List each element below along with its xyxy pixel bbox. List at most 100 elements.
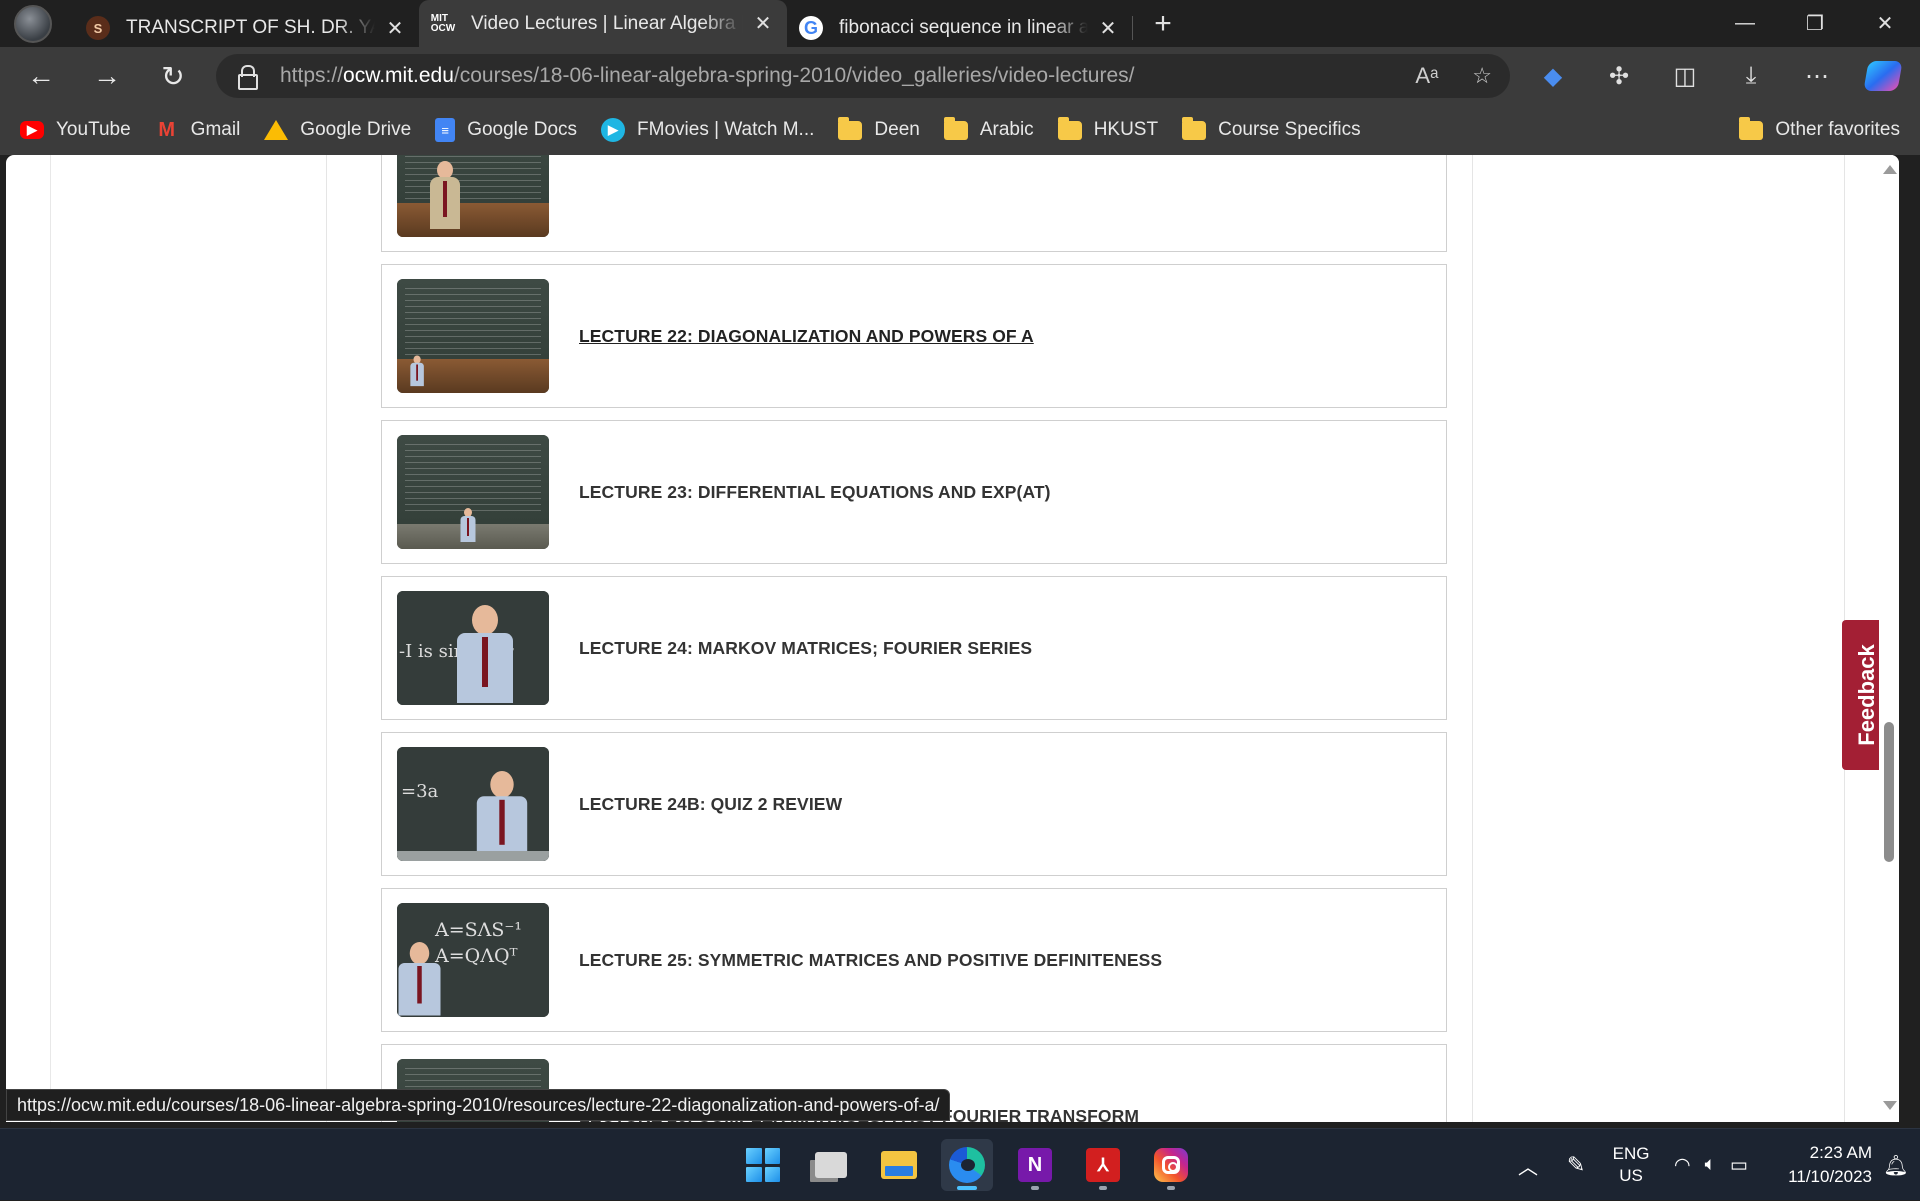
lecture-title[interactable]: LECTURE 24: MARKOV MATRICES; FOURIER SER… (579, 638, 1032, 659)
lecture-title[interactable]: LECTURE 23: DIFFERENTIAL EQUATIONS AND E… (579, 482, 1051, 503)
back-arrow-icon[interactable]: ← (8, 54, 74, 98)
language-code: ENG (1612, 1144, 1650, 1163)
close-tab-icon[interactable]: ✕ (1096, 16, 1120, 41)
read-aloud-icon[interactable]: Aᵃ (1415, 63, 1438, 89)
vertical-scrollbar[interactable] (1879, 155, 1899, 1122)
pen-menu-icon[interactable]: ✎ (1550, 1152, 1602, 1178)
acrobat-pdf-icon: ⅄ (1086, 1148, 1120, 1182)
layers-extension-icon[interactable]: ◆ (1520, 47, 1586, 105)
close-tab-icon[interactable]: ✕ (751, 11, 775, 36)
extensions-icon[interactable]: ✣ (1586, 47, 1652, 105)
quick-settings[interactable]: ◠ 🔈︎ ▭ (1674, 1154, 1748, 1177)
lecture-card[interactable]: A=SΛS⁻¹ A=QΛQᵀ LECTURE 25: SYMMETRIC MAT… (381, 888, 1447, 1032)
restore-icon[interactable]: ❐ (1780, 0, 1850, 47)
lock-icon[interactable] (238, 65, 258, 90)
lecture-card[interactable]: -I is singular LECTURE 24: MARKOV MATRIC… (381, 576, 1447, 720)
onenote-button[interactable]: N (1009, 1139, 1061, 1191)
toolbar-actions: ◆ ✣ ◫ ⤓ ⋯ (1520, 47, 1916, 105)
window-controls: — ❐ ✕ (1710, 0, 1920, 47)
scroll-down-arrow-icon[interactable] (1883, 1101, 1897, 1110)
notifications-bell-icon[interactable]: 🔔︎ (1872, 1153, 1920, 1178)
url-text[interactable]: https://ocw.mit.edu/courses/18-06-linear… (280, 64, 1134, 88)
tab-title: TRANSCRIPT OF SH. DR. YASIR QADHI (126, 17, 375, 38)
google-drive-icon (264, 120, 289, 140)
lecture-thumbnail[interactable] (397, 279, 549, 393)
folder-icon (1057, 116, 1082, 140)
task-view-button[interactable] (805, 1139, 857, 1191)
close-tab-icon[interactable]: ✕ (383, 16, 407, 41)
file-explorer-button[interactable] (873, 1139, 925, 1191)
refresh-icon[interactable]: ↻ (140, 54, 206, 98)
lecture-thumbnail[interactable]: A=SΛS⁻¹ A=QΛQᵀ (397, 903, 549, 1017)
split-screen-icon[interactable]: ◫ (1652, 47, 1718, 105)
tab-transcript[interactable]: S TRANSCRIPT OF SH. DR. YASIR QADHI ✕ (74, 9, 419, 47)
lecture-thumbnail[interactable]: =3a (397, 747, 549, 861)
lecture-title-link[interactable]: LECTURE 22: DIAGONALIZATION AND POWERS O… (579, 326, 1034, 347)
clock-date: 11/10/2023 (1788, 1167, 1872, 1186)
forward-arrow-icon[interactable]: → (74, 54, 140, 98)
link-status-url: https://ocw.mit.edu/courses/18-06-linear… (6, 1089, 951, 1121)
bookmark-label: Google Docs (467, 119, 578, 140)
url-host: ocw.mit.edu (343, 64, 454, 87)
start-button[interactable] (737, 1139, 789, 1191)
lecture-card[interactable]: LECTURE 22: DIAGONALIZATION AND POWERS O… (381, 264, 1447, 408)
lecture-title[interactable]: LECTURE 25: SYMMETRIC MATRICES AND POSIT… (579, 950, 1162, 971)
copilot-icon[interactable] (1850, 47, 1916, 105)
bookmark-google-drive[interactable]: Google Drive (264, 119, 411, 141)
bookmark-folder-deen[interactable]: Deen (838, 116, 920, 141)
lecture-card[interactable]: =3a LECTURE 24B: QUIZ 2 REVIEW (381, 732, 1447, 876)
board-text: A=SΛS⁻¹ A=QΛQᵀ (435, 919, 523, 967)
bookmark-fmovies[interactable]: ▶ FMovies | Watch M... (601, 118, 814, 142)
bookmark-label: HKUST (1093, 119, 1159, 140)
minimize-icon[interactable]: — (1710, 0, 1780, 47)
show-hidden-icons-chevron-icon[interactable]: ︿ (1506, 1151, 1550, 1180)
edge-button[interactable] (941, 1139, 993, 1191)
folder-icon (838, 116, 863, 140)
google-favicon: G (799, 16, 823, 40)
bookmark-folder-hkust[interactable]: HKUST (1057, 116, 1159, 141)
bookmark-folder-course-specifics[interactable]: Course Specifics (1182, 116, 1361, 141)
tab-google-search[interactable]: G fibonacci sequence in linear algebra -… (787, 9, 1132, 47)
lecture-title[interactable]: LECTURE 24B: QUIZ 2 REVIEW (579, 794, 842, 815)
acrobat-button[interactable]: ⅄ (1077, 1139, 1129, 1191)
feedback-label: Feedback (1854, 644, 1879, 746)
lecture-thumbnail[interactable] (397, 155, 549, 237)
folder-icon (1739, 116, 1764, 140)
bookmark-label: YouTube (56, 119, 131, 140)
bookmark-folder-arabic[interactable]: Arabic (943, 116, 1034, 141)
close-window-icon[interactable]: ✕ (1850, 0, 1920, 47)
lecture-card[interactable]: LECTURE 23: DIFFERENTIAL EQUATIONS AND E… (381, 420, 1447, 564)
profile-avatar[interactable] (14, 4, 52, 43)
lecture-thumbnail[interactable] (397, 435, 549, 549)
other-favorites[interactable]: Other favorites (1739, 105, 1900, 155)
bookmark-google-docs[interactable]: ≡ Google Docs (435, 118, 577, 142)
tab-favicon: S (86, 16, 110, 40)
column-divider (326, 155, 327, 1122)
tab-video-lectures[interactable]: MIT OCW Video Lectures | Linear Algebra … (419, 0, 787, 47)
youtube-icon: ▶ (20, 121, 44, 139)
language-indicator[interactable]: ENG US (1602, 1143, 1660, 1187)
scroll-up-arrow-icon[interactable] (1883, 165, 1897, 174)
address-bar[interactable]: https://ocw.mit.edu/courses/18-06-linear… (216, 54, 1510, 98)
bookmark-label: Course Specifics (1218, 119, 1361, 140)
other-favorites-label: Other favorites (1775, 119, 1900, 140)
region-code: US (1619, 1166, 1643, 1185)
lecture-thumbnail[interactable]: -I is singular (397, 591, 549, 705)
file-explorer-icon (881, 1151, 917, 1179)
favorite-star-icon[interactable]: ☆ (1472, 63, 1492, 89)
clock[interactable]: 2:23 AM 11/10/2023 (1766, 1141, 1872, 1189)
scrollbar-thumb[interactable] (1884, 722, 1894, 862)
instagram-button[interactable] (1145, 1139, 1197, 1191)
more-menu-icon[interactable]: ⋯ (1784, 47, 1850, 105)
bookmark-label: Google Drive (300, 119, 412, 140)
bookmark-youtube[interactable]: ▶ YouTube (20, 119, 131, 141)
fmovies-icon: ▶ (601, 118, 626, 142)
lecture-list: LECTURE 22: DIAGONALIZATION AND POWERS O… (381, 155, 1447, 1122)
wifi-icon: ◠ (1674, 1154, 1691, 1176)
instagram-icon (1154, 1148, 1188, 1182)
bookmark-gmail[interactable]: M Gmail (155, 119, 240, 141)
downloads-icon[interactable]: ⤓ (1718, 47, 1784, 105)
new-tab-button[interactable]: + (1143, 4, 1183, 44)
lecture-card[interactable] (381, 155, 1447, 252)
url-scheme: https:// (280, 64, 344, 87)
